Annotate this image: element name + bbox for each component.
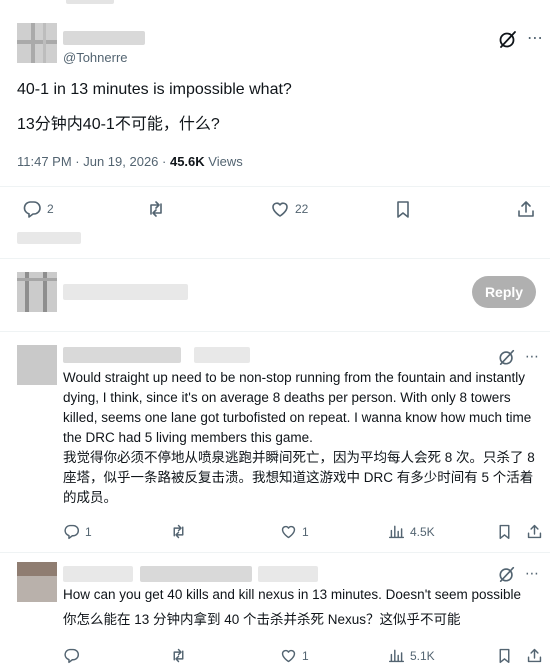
- post-view-count[interactable]: 45.6K: [170, 154, 205, 169]
- comment-avatar[interactable]: [17, 345, 57, 385]
- more-options-icon[interactable]: ⋯: [524, 565, 540, 582]
- grok-icon[interactable]: [498, 29, 518, 49]
- more-options-icon[interactable]: ⋯: [527, 29, 543, 49]
- like-count: 1: [302, 648, 309, 663]
- reply-action[interactable]: 2: [22, 199, 54, 219]
- share-action[interactable]: [526, 523, 543, 540]
- author-avatar[interactable]: [17, 23, 57, 63]
- comment-author-redacted[interactable]: [63, 566, 133, 582]
- repost-icon: [173, 524, 184, 539]
- reply-action[interactable]: 1: [63, 523, 92, 540]
- share-icon: [527, 524, 542, 539]
- comment-text-chinese: 你怎么能在 13 分钟内拿到 40 个击杀并杀死 Nexus？这似乎不可能: [63, 612, 461, 627]
- view-count: 5.1K: [410, 648, 435, 663]
- views-action[interactable]: 4.5K: [388, 523, 435, 540]
- reply-button[interactable]: Reply: [472, 276, 536, 308]
- reply-icon: [64, 648, 79, 664]
- comment-avatar[interactable]: [17, 562, 57, 602]
- current-user-avatar[interactable]: [17, 272, 57, 312]
- comment-text-english: Would straight up need to be non-stop ru…: [63, 370, 532, 445]
- bookmark-icon: [397, 201, 409, 218]
- grok-icon[interactable]: [498, 565, 516, 583]
- views-label: Views: [204, 154, 243, 169]
- grok-icon[interactable]: [498, 348, 516, 366]
- redacted-label: [17, 232, 81, 244]
- analytics-icon: [388, 649, 405, 663]
- comment-text-chinese: 我觉得你必须不停地从喷泉逃跑并瞬间死亡，因为平均每人会死 8 次。只杀了 8 座…: [63, 450, 535, 505]
- more-options-icon[interactable]: ⋯: [524, 348, 540, 365]
- reply-count: 1: [85, 524, 92, 539]
- share-action[interactable]: [516, 199, 536, 219]
- heart-icon: [281, 525, 296, 539]
- bookmark-action[interactable]: [496, 523, 513, 540]
- like-action[interactable]: 22: [270, 199, 308, 219]
- analytics-icon: [388, 525, 405, 539]
- share-icon: [518, 201, 534, 217]
- repost-icon: [150, 201, 162, 217]
- reply-icon: [23, 201, 41, 218]
- reply-action[interactable]: [63, 647, 85, 664]
- bookmark-icon: [499, 524, 510, 540]
- comment-time-redacted[interactable]: [258, 566, 318, 582]
- heart-icon: [272, 202, 288, 217]
- repost-icon: [173, 648, 184, 663]
- comment-text-english: How can you get 40 kills and kill nexus …: [63, 587, 522, 602]
- repost-action[interactable]: [170, 647, 187, 664]
- share-icon: [527, 648, 542, 663]
- repost-action[interactable]: [146, 199, 166, 219]
- bookmark-action[interactable]: [496, 647, 513, 664]
- bookmark-action[interactable]: [393, 199, 413, 219]
- author-handle[interactable]: @Tohnerre: [63, 50, 128, 65]
- reply-input-redacted[interactable]: [63, 284, 188, 300]
- author-name-redacted[interactable]: [63, 31, 145, 45]
- divider: [0, 258, 550, 259]
- share-action[interactable]: [526, 647, 543, 664]
- divider: [0, 552, 550, 553]
- post-text-chinese: 13分钟内40-1不可能，什么?: [17, 116, 220, 133]
- comment-handle-redacted[interactable]: [194, 347, 250, 363]
- post-text-english: 40-1 in 13 minutes is impossible what?: [17, 81, 292, 98]
- divider: [0, 186, 550, 187]
- truncated-header-blur: [66, 0, 114, 4]
- heart-icon: [281, 649, 296, 663]
- views-action[interactable]: 5.1K: [388, 647, 435, 664]
- reply-icon: [64, 524, 79, 540]
- like-action[interactable]: 1: [280, 647, 309, 664]
- repost-action[interactable]: [170, 523, 187, 540]
- comment-handle-redacted[interactable]: [140, 566, 252, 582]
- reply-count: 2: [47, 202, 54, 216]
- post-meta: 11:47 PM · Jun 19, 2026 · 45.6K Views: [17, 154, 243, 169]
- like-count: 1: [302, 524, 309, 539]
- divider: [0, 331, 550, 332]
- post-timestamp[interactable]: 11:47 PM · Jun 19, 2026 ·: [17, 154, 170, 169]
- bookmark-icon: [499, 648, 510, 664]
- view-count: 4.5K: [410, 524, 435, 539]
- comment-author-redacted[interactable]: [63, 347, 181, 363]
- like-action[interactable]: 1: [280, 523, 309, 540]
- like-count: 22: [295, 202, 309, 216]
